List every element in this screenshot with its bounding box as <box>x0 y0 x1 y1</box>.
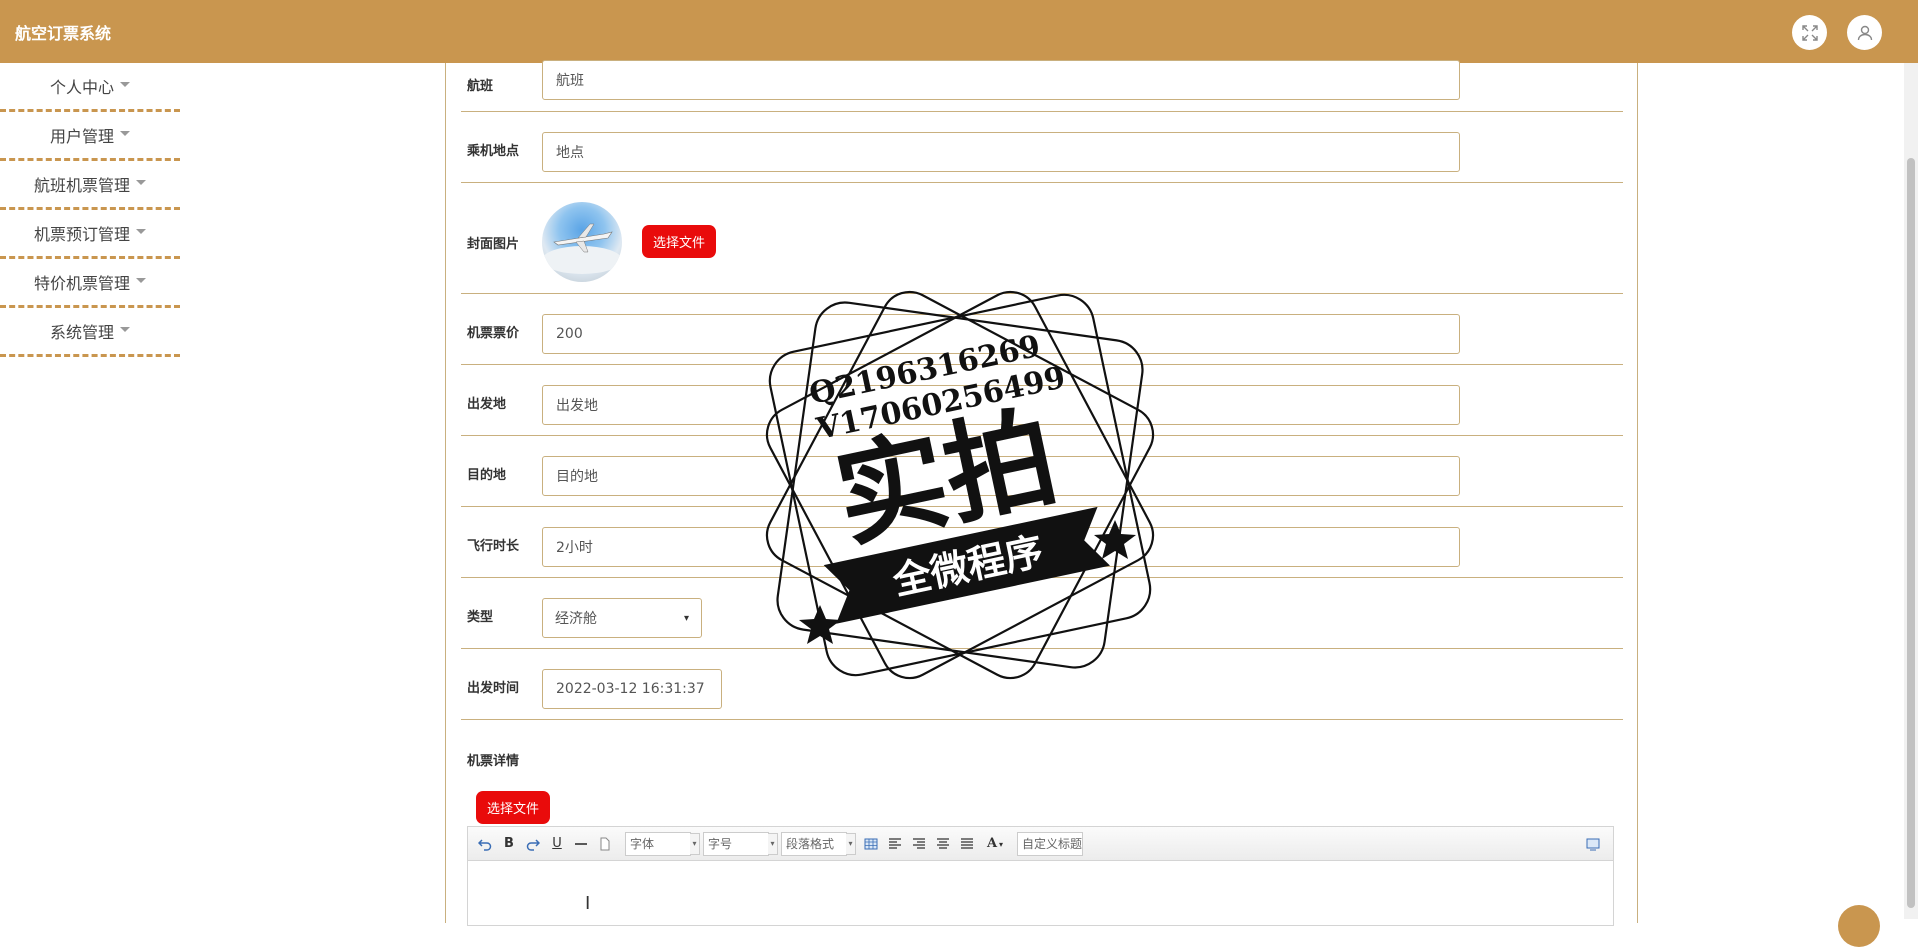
font-family-value: 字体 <box>630 837 655 851</box>
sidebar-menu: 个人中心 用户管理 航班机票管理 机票预订管理 特价机票管理 系统管理 <box>0 63 180 357</box>
boarding-label: 乘机地点 <box>467 144 520 159</box>
custom-title-select[interactable]: 自定义标题▾ <box>1017 831 1083 856</box>
cover-image <box>542 202 622 282</box>
redo-icon[interactable] <box>523 834 543 854</box>
sidebar-item-personal-center[interactable]: 个人中心 <box>0 63 180 112</box>
form-row-flight: 航班 <box>461 60 1623 112</box>
user-icon[interactable] <box>1847 15 1882 50</box>
chevron-down-icon: ▾ <box>1082 833 1083 855</box>
back-to-top-button[interactable] <box>1838 905 1880 947</box>
custom-title-value: 自定义标题 <box>1022 837 1083 851</box>
align-left-icon[interactable] <box>885 834 905 854</box>
underline-icon[interactable]: U <box>547 834 567 854</box>
undo-icon[interactable] <box>475 834 495 854</box>
text-cursor-icon: I <box>585 893 591 914</box>
font-size-select[interactable]: 字号 ▾ <box>703 831 778 856</box>
sidebar-item-booking-management[interactable]: 机票预订管理 <box>0 210 180 259</box>
sidebar-item-label: 航班机票管理 <box>33 176 130 195</box>
chevron-down-icon: ▾ <box>846 832 856 855</box>
chevron-down-icon: ▾ <box>999 838 1004 849</box>
cover-choose-file-button[interactable]: 选择文件 <box>642 225 717 258</box>
cabin-select[interactable]: 经济舱 ▾ <box>542 598 702 638</box>
price-label: 机票票价 <box>467 326 520 341</box>
table-icon[interactable] <box>861 834 881 854</box>
sidebar-item-label: 系统管理 <box>49 323 114 342</box>
sidebar-item-user-management[interactable]: 用户管理 <box>0 112 180 161</box>
font-size-value: 字号 <box>708 837 733 851</box>
boarding-input[interactable] <box>542 132 1460 172</box>
top-header: 航空订票系统 <box>0 0 1918 63</box>
watermark-stamp: Q2196316269 V17060256499 实拍 全微程序 <box>765 290 1155 680</box>
sidebar-item-system-management[interactable]: 系统管理 <box>0 308 180 357</box>
departure-label: 出发时间 <box>467 681 520 696</box>
caret-down-icon <box>120 130 130 136</box>
destination-label: 目的地 <box>467 468 507 483</box>
form-row-boarding: 乘机地点 <box>461 112 1623 183</box>
font-family-select[interactable]: 字体 ▾ <box>625 831 700 856</box>
cabin-select-value: 经济舱 <box>555 611 597 627</box>
sidebar-item-special-ticket-management[interactable]: 特价机票管理 <box>0 259 180 308</box>
align-right-icon[interactable] <box>909 834 929 854</box>
origin-label: 出发地 <box>467 397 507 412</box>
star-icon <box>1094 520 1136 559</box>
editor-toolbar: B U 字体 ▾ 字号 ▾ 段落格式 ▾ A ▾ 自定义标题 <box>468 827 1613 861</box>
fullscreen-icon[interactable] <box>1792 15 1827 50</box>
font-color-icon[interactable]: A ▾ <box>985 834 1005 854</box>
caret-down-icon <box>120 326 130 332</box>
scrollbar-thumb[interactable] <box>1907 158 1915 908</box>
cabin-label: 类型 <box>467 610 494 625</box>
flight-label: 航班 <box>467 79 494 94</box>
cover-label: 封面图片 <box>467 237 520 252</box>
font-color-letter: A <box>986 836 998 851</box>
caret-down-icon <box>136 179 146 185</box>
details-label: 机票详情 <box>467 754 520 769</box>
details-choose-file-button[interactable]: 选择文件 <box>476 791 551 824</box>
departure-time-input[interactable] <box>542 669 722 709</box>
sidebar-item-flight-ticket-management[interactable]: 航班机票管理 <box>0 161 180 210</box>
align-center-icon[interactable] <box>933 834 953 854</box>
new-document-icon[interactable] <box>595 834 615 854</box>
sidebar-item-label: 个人中心 <box>49 78 114 97</box>
flight-input[interactable] <box>542 60 1460 100</box>
rich-text-editor[interactable]: B U 字体 ▾ 字号 ▾ 段落格式 ▾ A ▾ 自定义标题 <box>467 826 1614 926</box>
sidebar-item-label: 特价机票管理 <box>33 274 130 293</box>
align-justify-icon[interactable] <box>957 834 977 854</box>
page-scrollbar[interactable] <box>1904 63 1918 919</box>
caret-down-icon <box>136 228 146 234</box>
sidebar-item-label: 用户管理 <box>49 127 114 146</box>
duration-label: 飞行时长 <box>467 539 520 554</box>
paragraph-format-select[interactable]: 段落格式 ▾ <box>781 831 856 856</box>
chevron-down-icon: ▾ <box>690 832 700 855</box>
caret-down-icon <box>120 81 130 87</box>
sidebar-item-label: 机票预订管理 <box>33 225 130 244</box>
caret-down-icon <box>136 277 146 283</box>
app-title: 航空订票系统 <box>15 24 112 43</box>
fullscreen-editor-icon[interactable] <box>1583 834 1603 854</box>
star-icon <box>799 605 841 644</box>
bold-icon[interactable]: B <box>499 834 519 854</box>
horizontal-rule-icon[interactable] <box>571 834 591 854</box>
chevron-down-icon: ▾ <box>683 612 689 624</box>
chevron-down-icon: ▾ <box>768 832 778 855</box>
paragraph-format-value: 段落格式 <box>786 837 835 851</box>
